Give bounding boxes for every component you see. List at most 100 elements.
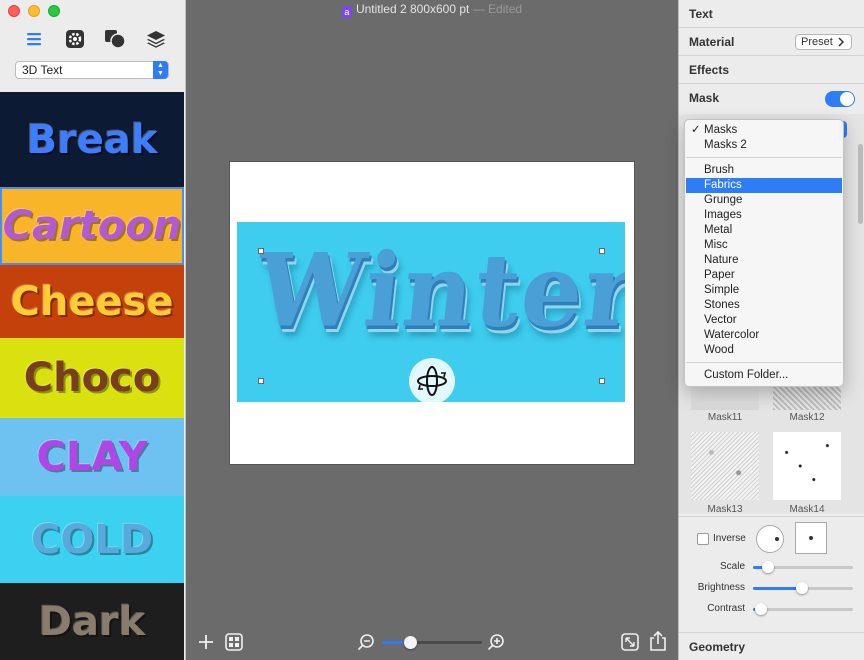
mask-menu-item-label: Brush (704, 164, 735, 176)
text-section-header[interactable]: Text (679, 0, 864, 28)
fit-to-window-button[interactable] (620, 632, 640, 652)
scale-slider[interactable] (753, 561, 853, 573)
material-preset-button[interactable]: Preset (795, 34, 852, 50)
geometry-section-header[interactable]: Geometry (679, 632, 864, 660)
layers-mode-button[interactable] (142, 26, 170, 52)
chevron-right-icon (838, 37, 845, 47)
brightness-slider[interactable] (753, 582, 853, 594)
mask-menu-item[interactable]: Watercolor (686, 328, 842, 343)
gear-icon (65, 30, 84, 48)
preset-label: Choco (23, 355, 161, 401)
mask-menu-item[interactable]: Wood (686, 343, 842, 358)
inverse-checkbox[interactable] (697, 533, 709, 545)
preset-thumbnail[interactable]: Dark (0, 583, 184, 660)
checkmark-icon: ✓ (691, 124, 701, 136)
app-window: 3D Text ▲ ▼ Break Cartoon Cheese Choco CLAY CO… (0, 0, 864, 660)
mask-menu-item-label: Fabrics (704, 179, 742, 191)
inverse-label: Inverse (713, 533, 746, 544)
mask-toggle[interactable] (825, 91, 855, 107)
shapes-mode-button[interactable] (101, 26, 129, 52)
close-window-button[interactable] (8, 5, 20, 17)
position-dot (809, 536, 813, 540)
preset-thumbnail[interactable]: Cheese (0, 265, 184, 338)
menu-separator (686, 362, 842, 363)
mask-controls: Inverse Scale Brightness Contrast (679, 516, 864, 630)
add-layer-button[interactable] (196, 632, 216, 652)
category-select-value: 3D Text (22, 63, 63, 77)
resize-handle-top-right[interactable] (599, 248, 605, 254)
mask-menu-item[interactable]: Masks 2 (686, 138, 842, 153)
mask-menu-item[interactable]: Images (686, 208, 842, 223)
window-controls (8, 5, 60, 17)
mask-thumbnail-label: Mask11 (707, 412, 743, 423)
preset-thumbnail[interactable]: CLAY (0, 418, 184, 496)
mask-menu-item-label: Images (704, 209, 742, 221)
zoom-in-icon (487, 634, 504, 651)
mask-menu-item[interactable]: Simple (686, 283, 842, 298)
minimize-window-button[interactable] (28, 5, 40, 17)
mask-menu-item-label: Masks 2 (704, 139, 747, 151)
left-sidebar: 3D Text ▲ ▼ Break Cartoon Cheese Choco CLAY CO… (0, 0, 186, 660)
preset-thumbnail[interactable]: COLD (0, 496, 184, 583)
zoom-slider[interactable] (382, 636, 482, 649)
mask-menu-item[interactable]: Paper (686, 268, 842, 283)
mask-section-header: Mask (679, 84, 864, 112)
mask-menu-item[interactable]: ✓ Masks (686, 123, 842, 138)
mask-menu-item[interactable]: Fabrics (686, 178, 842, 193)
mask-menu-item-label: Stones (704, 299, 740, 311)
brightness-slider-knob[interactable] (796, 582, 808, 594)
settings-mode-button[interactable] (61, 26, 89, 52)
mode-toolbar (20, 26, 170, 52)
mask-menu-item[interactable]: Brush (686, 163, 842, 178)
mask-angle-dial[interactable] (756, 525, 784, 553)
canvas-bottom-toolbar (186, 630, 678, 654)
mask-section-label: Mask (689, 91, 720, 105)
resize-handle-bottom-left[interactable] (258, 378, 264, 384)
category-select[interactable]: 3D Text ▲ ▼ (15, 61, 169, 79)
resize-handle-bottom-right[interactable] (599, 378, 605, 384)
preset-label: Dark (38, 598, 146, 645)
zoom-out-button[interactable] (356, 632, 376, 652)
rotate-3d-icon (417, 366, 447, 396)
share-button[interactable] (648, 630, 668, 652)
resize-handle-top-left[interactable] (258, 248, 264, 254)
zoom-window-button[interactable] (48, 5, 60, 17)
material-section-label: Material (689, 35, 735, 49)
mask-thumbnail-label: Mask13 (707, 504, 743, 515)
effects-section-label: Effects (689, 63, 730, 77)
mask-menu-item-label: Paper (704, 269, 735, 281)
preset-button-label: Preset (801, 36, 833, 48)
mask-menu-item[interactable]: Stones (686, 298, 842, 313)
preset-thumbnail[interactable]: Break (0, 92, 184, 187)
mask-menu-item[interactable]: Custom Folder... (686, 368, 842, 383)
material-section-header[interactable]: Material Preset (679, 28, 864, 56)
scale-slider-knob[interactable] (762, 561, 774, 573)
mask-menu-item[interactable]: Misc (686, 238, 842, 253)
dial-indicator (775, 537, 779, 541)
contrast-slider-knob[interactable] (755, 603, 767, 615)
contrast-slider[interactable] (753, 603, 853, 615)
mask-menu-item[interactable]: Metal (686, 223, 842, 238)
mask-thumbnail[interactable] (773, 432, 841, 500)
mask-menu-item-label: Watercolor (704, 329, 760, 341)
mask-menu-item[interactable]: Grunge (686, 193, 842, 208)
document-status: — Edited (472, 2, 523, 16)
rotate-3d-handle[interactable] (409, 358, 455, 404)
mask-menu-item[interactable]: Vector (686, 313, 842, 328)
contrast-label: Contrast (707, 603, 745, 614)
preset-thumbnail[interactable]: Choco (0, 338, 184, 418)
preset-label: CLAY (36, 434, 148, 480)
mask-position-pad[interactable] (795, 522, 827, 554)
list-mode-button[interactable] (20, 26, 48, 52)
grid-view-button[interactable] (224, 632, 244, 652)
gallery-scrollbar[interactable] (858, 144, 863, 224)
zoom-in-button[interactable] (486, 632, 506, 652)
zoom-slider-knob[interactable] (404, 636, 417, 649)
list-icon (27, 33, 41, 46)
document-title: Untitled 2 800x600 pt (355, 2, 470, 16)
mask-menu-item[interactable]: Nature (686, 253, 842, 268)
preset-thumbnail[interactable]: Cartoon (0, 187, 184, 265)
effects-section-header[interactable]: Effects (679, 56, 864, 84)
mask-thumbnail[interactable] (691, 432, 759, 500)
mask-menu-item-label: Metal (704, 224, 733, 236)
